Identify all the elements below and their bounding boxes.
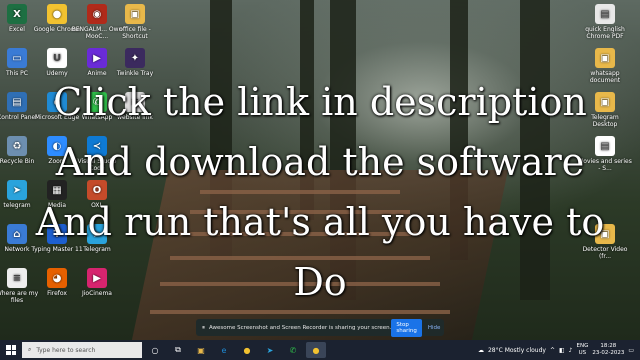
chevron-up-icon[interactable]: ^	[550, 347, 555, 354]
udemy-icon: U	[47, 48, 67, 68]
language-code: ENG	[576, 343, 589, 349]
folder-shortcut-icon: ▣	[125, 4, 145, 24]
language-indicator[interactable]: ENG US	[577, 343, 589, 357]
this-pc-icon: ▭	[7, 48, 27, 68]
pause-icon: ⏸	[202, 323, 206, 331]
screen-share-bar: ⏸ Awesome Screenshot and Screen Recorder…	[196, 318, 444, 337]
volume-icon[interactable]: ♪	[569, 347, 573, 354]
clock-date: 23-02-2023	[592, 350, 625, 356]
system-tray: ☁ 28°C Mostly cloudy ^ ◧ ♪ ENG US 18:28 …	[478, 343, 640, 357]
search-placeholder: Type here to search	[36, 346, 96, 354]
notification-icon[interactable]: ▭	[628, 347, 634, 354]
bengal-app-icon: ◉	[87, 4, 107, 24]
chrome-active-taskbar-icon[interactable]: ●	[306, 342, 326, 358]
share-message: Awesome Screenshot and Screen Recorder i…	[209, 324, 392, 331]
chrome-taskbar-icon[interactable]: ●	[237, 342, 257, 358]
overlay-caption: Click the link in description And downlo…	[0, 72, 640, 312]
caption-line: Click the link in description	[53, 80, 587, 124]
task-view-icon[interactable]: ⧉	[168, 342, 188, 358]
twinkle-tray-icon: ✦	[125, 48, 145, 68]
taskbar: ⌕ Type here to search ○ ⧉ ▣ e ● ➤ ✆ ● ☁ …	[0, 340, 640, 360]
weather-icon[interactable]: ☁	[478, 347, 484, 354]
weather-text[interactable]: 28°C Mostly cloudy	[488, 347, 546, 354]
search-icon: ⌕	[28, 346, 32, 353]
hide-button[interactable]: Hide	[428, 325, 441, 331]
stop-sharing-button[interactable]: Stop sharing	[391, 318, 422, 337]
clock-time: 18:28	[600, 343, 617, 349]
network-tray-icon[interactable]: ◧	[559, 347, 565, 354]
desktop-icon-label: office file - Shortcut	[119, 26, 151, 40]
folder-icon: ▣	[595, 48, 615, 68]
chrome-pdf-icon: ▤	[595, 4, 615, 24]
windows-logo-icon	[6, 345, 16, 355]
file-explorer-icon[interactable]: ▣	[191, 342, 211, 358]
clock[interactable]: 18:28 23-02-2023	[592, 343, 624, 357]
excel-icon: X	[7, 4, 27, 24]
telegram-taskbar-icon[interactable]: ➤	[260, 342, 280, 358]
edge-taskbar-icon[interactable]: e	[214, 342, 234, 358]
desktop-icon-label: quick English Chrome PDF	[585, 26, 625, 40]
desktop-icon[interactable]: ▤ quick English Chrome PDF	[578, 4, 632, 40]
caption-line: And run that's all you have to	[35, 200, 605, 244]
start-button[interactable]	[0, 340, 22, 360]
taskbar-search-box[interactable]: ⌕ Type here to search	[22, 342, 142, 358]
cortana-icon[interactable]: ○	[145, 342, 165, 358]
chrome-icon: ●	[47, 4, 67, 24]
anime-icon: ▶	[87, 48, 107, 68]
caption-line: Do	[293, 260, 347, 304]
caption-line: And download the software	[55, 140, 585, 184]
desktop-icon[interactable]: ▣ office file - Shortcut	[108, 4, 162, 40]
region-code: US	[578, 350, 587, 356]
whatsapp-taskbar-icon[interactable]: ✆	[283, 342, 303, 358]
